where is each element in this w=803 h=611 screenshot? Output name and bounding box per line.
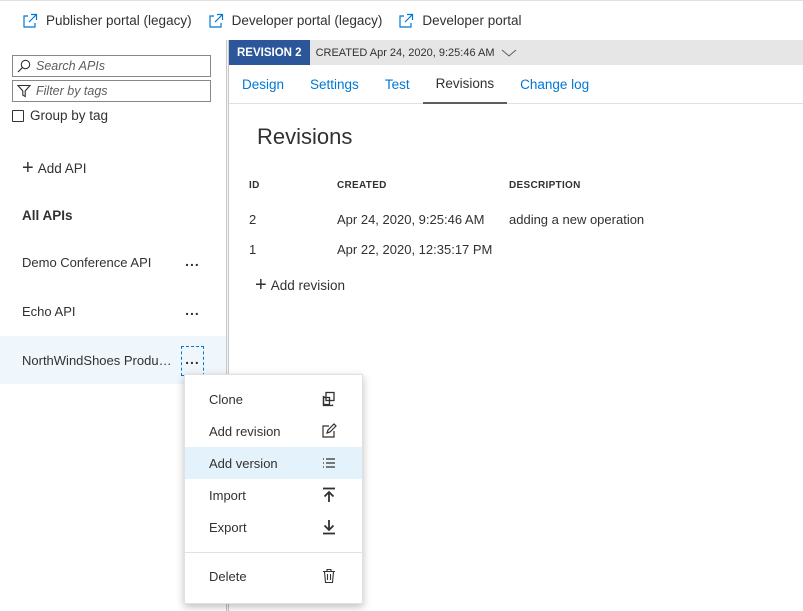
more-options-icon[interactable]: ... — [181, 346, 204, 376]
revisions-table: ID CREATED DESCRIPTION 2 Apr 24, 2020, 9… — [243, 180, 803, 264]
filter-tags-input[interactable] — [36, 84, 206, 98]
menu-item-add-version[interactable]: Add version — [185, 447, 362, 479]
tab-design[interactable]: Design — [229, 65, 297, 103]
revision-badge: REVISION 2 — [229, 40, 310, 65]
list-icon — [323, 458, 335, 468]
menu-item-add-revision[interactable]: Add revision — [185, 415, 362, 447]
menu-item-label: Add version — [209, 455, 278, 471]
developer-portal-label: Developer portal — [422, 13, 522, 28]
column-header-id[interactable]: ID — [243, 180, 337, 196]
add-api-button[interactable]: + Add API — [22, 158, 86, 178]
revision-created-text: CREATED Apr 24, 2020, 9:25:46 AM — [315, 46, 495, 59]
portal-links-bar: Publisher portal (legacy) Developer port… — [0, 0, 803, 40]
filter-tags-box[interactable] — [12, 80, 211, 102]
revision-id: 2 — [249, 211, 257, 227]
menu-item-label: Import — [209, 487, 246, 503]
plus-icon: + — [22, 157, 34, 179]
tab-test[interactable]: Test — [372, 65, 423, 103]
download-icon — [323, 520, 335, 535]
menu-item-label: Export — [209, 519, 247, 535]
plus-icon: + — [255, 274, 267, 296]
table-header: ID CREATED DESCRIPTION — [243, 180, 803, 196]
tab-revisions[interactable]: Revisions — [422, 65, 508, 104]
developer-portal-link[interactable]: Developer portal — [398, 13, 521, 29]
publisher-portal-legacy-link[interactable]: Publisher portal (legacy) — [22, 13, 192, 29]
upload-icon — [323, 487, 335, 502]
column-header-description[interactable]: DESCRIPTION — [509, 180, 803, 196]
api-item-label: NorthWindShoes Products — [22, 352, 172, 368]
menu-item-clone[interactable]: Clone — [185, 383, 362, 415]
api-item-label: Demo Conference API — [22, 254, 152, 270]
column-header-created[interactable]: CREATED — [337, 180, 509, 196]
api-context-menu: Clone Add revision Add version Import Ex… — [184, 374, 363, 604]
menu-item-label: Delete — [209, 568, 247, 584]
menu-item-export[interactable]: Export — [185, 511, 362, 543]
api-item-echo[interactable]: Echo API ... — [0, 287, 226, 335]
tab-change-log[interactable]: Change log — [507, 65, 602, 103]
external-link-icon — [23, 13, 38, 28]
table-row[interactable]: 2 Apr 24, 2020, 9:25:46 AM adding a new … — [243, 204, 803, 234]
menu-divider — [185, 552, 362, 553]
more-options-icon[interactable]: ... — [181, 247, 204, 277]
edit-icon — [322, 423, 337, 438]
api-tabs: Design Settings Test Revisions Change lo… — [229, 65, 803, 104]
search-icon — [17, 59, 31, 73]
add-revision-label: Add revision — [270, 277, 345, 293]
chevron-down-icon — [501, 49, 516, 57]
revision-selector[interactable]: CREATED Apr 24, 2020, 9:25:46 AM — [316, 47, 517, 59]
group-by-tag-label: Group by tag — [30, 108, 109, 123]
publisher-portal-legacy-label: Publisher portal (legacy) — [46, 13, 192, 28]
add-api-label: Add API — [37, 160, 87, 176]
trash-icon — [323, 568, 335, 584]
clone-icon — [322, 391, 335, 407]
group-by-tag-toggle[interactable]: Group by tag — [12, 108, 108, 123]
table-row[interactable]: 1 Apr 22, 2020, 12:35:17 PM — [243, 234, 803, 264]
api-item-label: Echo API — [22, 303, 76, 319]
all-apis-heading[interactable]: All APIs — [22, 208, 73, 223]
revision-bar: REVISION 2 CREATED Apr 24, 2020, 9:25:46… — [229, 40, 803, 65]
api-item-demo-conference[interactable]: Demo Conference API ... — [0, 238, 226, 286]
add-revision-button[interactable]: + Add revision — [255, 275, 345, 295]
developer-portal-legacy-link[interactable]: Developer portal (legacy) — [208, 13, 383, 29]
page-title: Revisions — [257, 124, 353, 149]
menu-item-delete[interactable]: Delete — [185, 560, 362, 592]
search-apis-input[interactable] — [36, 59, 206, 73]
filter-icon — [17, 84, 31, 98]
developer-portal-legacy-label: Developer portal (legacy) — [231, 13, 383, 28]
menu-item-label: Clone — [209, 391, 243, 407]
external-link-icon — [399, 13, 414, 28]
menu-item-import[interactable]: Import — [185, 479, 362, 511]
group-by-tag-checkbox[interactable] — [12, 109, 24, 122]
tab-settings[interactable]: Settings — [297, 65, 372, 103]
revision-id: 1 — [249, 241, 257, 257]
revision-created: Apr 24, 2020, 9:25:46 AM — [337, 211, 485, 227]
more-options-icon[interactable]: ... — [181, 296, 204, 326]
revision-description: adding a new operation — [509, 211, 645, 227]
external-link-icon — [208, 13, 223, 28]
menu-item-label: Add revision — [209, 423, 281, 439]
revision-created: Apr 22, 2020, 12:35:17 PM — [337, 241, 493, 257]
search-apis-box[interactable] — [12, 55, 211, 77]
